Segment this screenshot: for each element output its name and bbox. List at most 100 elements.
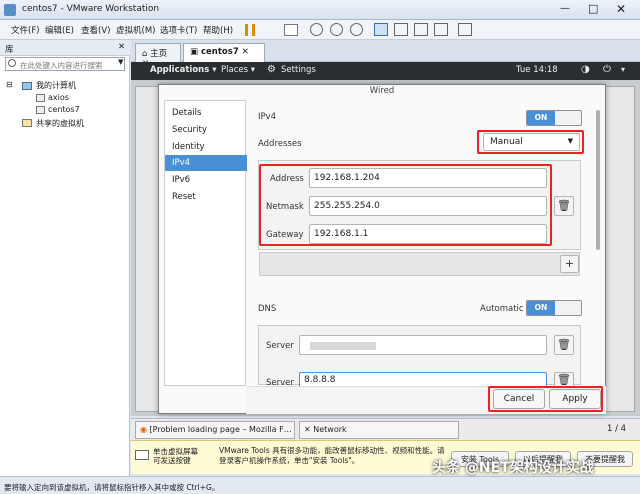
library-search-input[interactable]: 在此处键入内容进行搜索 [5,57,125,71]
trash-icon: 🗑 [557,373,571,386]
library-close-icon[interactable]: ✕ [118,42,125,52]
delete-dns-button[interactable]: 🗑 [554,335,574,355]
settings-menu[interactable]: Settings [281,65,316,75]
places-menu[interactable]: Places ▾ [221,65,255,75]
apply-button[interactable]: Apply [549,389,601,409]
tab-centos7[interactable]: ▣ centos7 ✕ [183,43,265,62]
toggle-on-label: ON [527,301,555,315]
thumbnail-view-icon[interactable] [394,23,408,36]
vm-tab-icon: ▣ [190,47,201,57]
menu-vm[interactable]: 虚拟机(M) [116,24,155,36]
tree-expand-icon[interactable]: ⊟ [6,80,13,89]
menu-view[interactable]: 查看(V) [81,24,110,36]
taskbar-item-network-label: Network [313,425,347,434]
menu-help[interactable]: 帮助(H) [203,24,233,36]
status-text: 要将输入定向到该虚拟机，请将鼠标指针移入其中或按 Ctrl+G。 [4,483,220,492]
send-keys-icon[interactable] [284,24,298,36]
toggle-on-label: ON [527,111,555,125]
plus-icon: + [564,257,575,270]
add-address-button[interactable]: + [560,255,579,273]
vmware-logo-icon [4,4,16,16]
watermark-text: 头条 @NET架构设计实战 [432,460,594,476]
address-input[interactable]: 192.168.1.204 [309,168,547,188]
settings-icon: ⚙ [267,64,276,75]
trash-icon: 🗑 [557,199,571,212]
window-title: centos7 - VMware Workstation [22,4,160,14]
library-header: 库 ✕ [0,40,130,56]
title-bar: centos7 - VMware Workstation — □ ✕ [0,0,640,20]
tab-centos7-label: centos7 [201,47,239,57]
sidebar-item-details[interactable]: Details [165,105,247,121]
snapshot-manager-icon[interactable] [350,23,363,36]
taskbar-item-firefox[interactable]: ◉ [Problem loading page – Mozilla F… [135,421,295,439]
dns-automatic-label: Automatic [480,304,524,314]
trash-icon: 🗑 [557,338,571,351]
sidebar-item-security[interactable]: Security [165,122,247,138]
dialog-sidebar: Details Security Identity IPv4 IPv6 Rese… [164,100,247,386]
library-title: 库 [5,45,14,55]
revert-snapshot-icon[interactable] [330,23,343,36]
unity-icon[interactable] [458,23,472,36]
places-label: Places [221,65,249,75]
tab-home[interactable]: ⌂ 主页 ✕ [135,43,181,69]
ipv4-toggle[interactable]: ON [526,110,582,126]
dns-server-input-1[interactable] [299,335,547,355]
notice-hint: 单击虚拟屏幕 可发送按键 [153,447,198,465]
maximize-button[interactable]: □ [588,2,598,15]
vm-icon [36,106,45,114]
close-button[interactable]: ✕ [616,2,626,16]
vm-taskbar: ◉ [Problem loading page – Mozilla F… ✕ N… [131,418,640,440]
tree-vm-centos7[interactable]: centos7 [48,105,80,114]
dns-heading: DNS [258,304,277,314]
tab-bar: ⌂ 主页 ✕ ▣ centos7 ✕ [131,40,640,69]
gnome-top-bar: Applications ▾ Places ▾ ⚙ Settings Tue 1… [131,62,640,80]
sidebar-item-ipv4[interactable]: IPv4 [165,155,247,171]
tree-my-computer[interactable]: 我的计算机 [36,80,76,91]
menu-edit[interactable]: 编辑(E) [45,24,74,36]
address-label: Address [270,174,304,184]
vm-icon [36,94,45,102]
notice-text: VMware Tools 具有很多功能，能改善鼠标移动性、视频和性能。请登录客户… [219,446,445,465]
network-icon: ✕ [304,425,314,434]
search-dropdown-icon[interactable]: ▼ [118,58,123,66]
clock[interactable]: Tue 14:18 [516,65,558,75]
power-icon[interactable]: ⏻ [603,64,611,75]
accessibility-icon[interactable]: ◑ [581,64,590,75]
sidebar-item-identity[interactable]: Identity [165,139,247,155]
sidebar-item-ipv6[interactable]: IPv6 [165,172,247,188]
menu-file[interactable]: 文件(F) [11,24,40,36]
dns-automatic-toggle[interactable]: ON [526,300,582,316]
cancel-button[interactable]: Cancel [493,389,545,409]
address-add-row [259,252,580,276]
keyboard-icon [135,450,149,460]
applications-label: Applications [150,65,210,75]
tree-vm-axios[interactable]: axios [48,93,69,102]
blurred-value [310,342,376,350]
workspace-pager[interactable]: 1 / 4 [607,424,626,434]
sidebar-item-reset[interactable]: Reset [165,189,247,205]
pause-icon[interactable] [245,24,255,36]
method-dropdown[interactable]: Manual ▼ [483,133,580,151]
dialog-title: Wired [369,86,395,96]
home-icon: ⌂ [142,49,151,59]
gateway-input[interactable]: 192.168.1.1 [309,224,547,244]
system-menu-arrow-icon[interactable]: ▾ [621,65,625,74]
status-bar: 要将输入定向到该虚拟机，请将鼠标指针移入其中或按 Ctrl+G。 [0,476,640,494]
library-view-icon[interactable] [374,23,388,36]
ipv4-heading: IPv4 [258,112,277,122]
tree-shared-vms[interactable]: 共享的虚拟机 [36,118,84,129]
scrollbar[interactable] [596,110,600,250]
menu-tabs[interactable]: 选项卡(T) [160,24,197,36]
tab-close-icon[interactable]: ✕ [242,47,249,57]
fullscreen-icon[interactable] [434,23,448,36]
minimize-button[interactable]: — [560,3,570,14]
taskbar-item-network[interactable]: ✕ Network [299,421,459,439]
menu-bar: 文件(F) 编辑(E) 查看(V) 虚拟机(M) 选项卡(T) 帮助(H) [0,20,640,40]
console-view-icon[interactable] [414,23,428,36]
snapshot-icon[interactable] [310,23,323,36]
shared-vm-icon [22,119,32,127]
tab-home-label: 主页 [150,49,168,59]
applications-menu[interactable]: Applications ▾ [150,65,217,75]
netmask-input[interactable]: 255.255.254.0 [309,196,547,216]
delete-address-button[interactable]: 🗑 [554,196,574,216]
